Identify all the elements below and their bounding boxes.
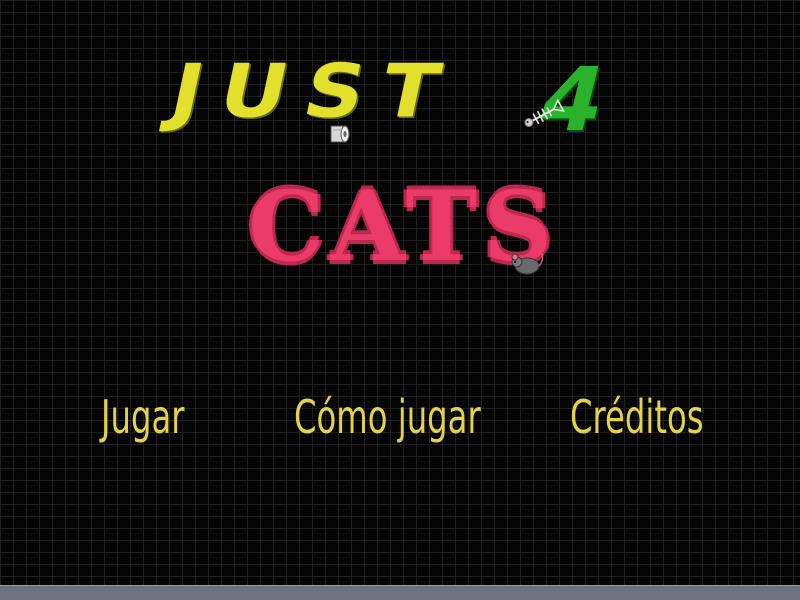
- play-button[interactable]: Jugar: [101, 390, 185, 444]
- main-menu: Jugar Cómo jugar Créditos: [0, 390, 800, 460]
- how-to-play-button[interactable]: Cómo jugar: [294, 390, 481, 444]
- mouse-icon: [511, 253, 544, 275]
- main-menu-screen: JUST 4 CATS Jugar Cómo jugar Créditos: [0, 0, 800, 600]
- credits-button[interactable]: Créditos: [570, 390, 704, 444]
- bottom-bar: [0, 585, 800, 600]
- logo-just-text: JUST: [162, 48, 466, 135]
- toilet-paper-icon: [330, 125, 350, 143]
- fish-bone-icon: [524, 98, 565, 128]
